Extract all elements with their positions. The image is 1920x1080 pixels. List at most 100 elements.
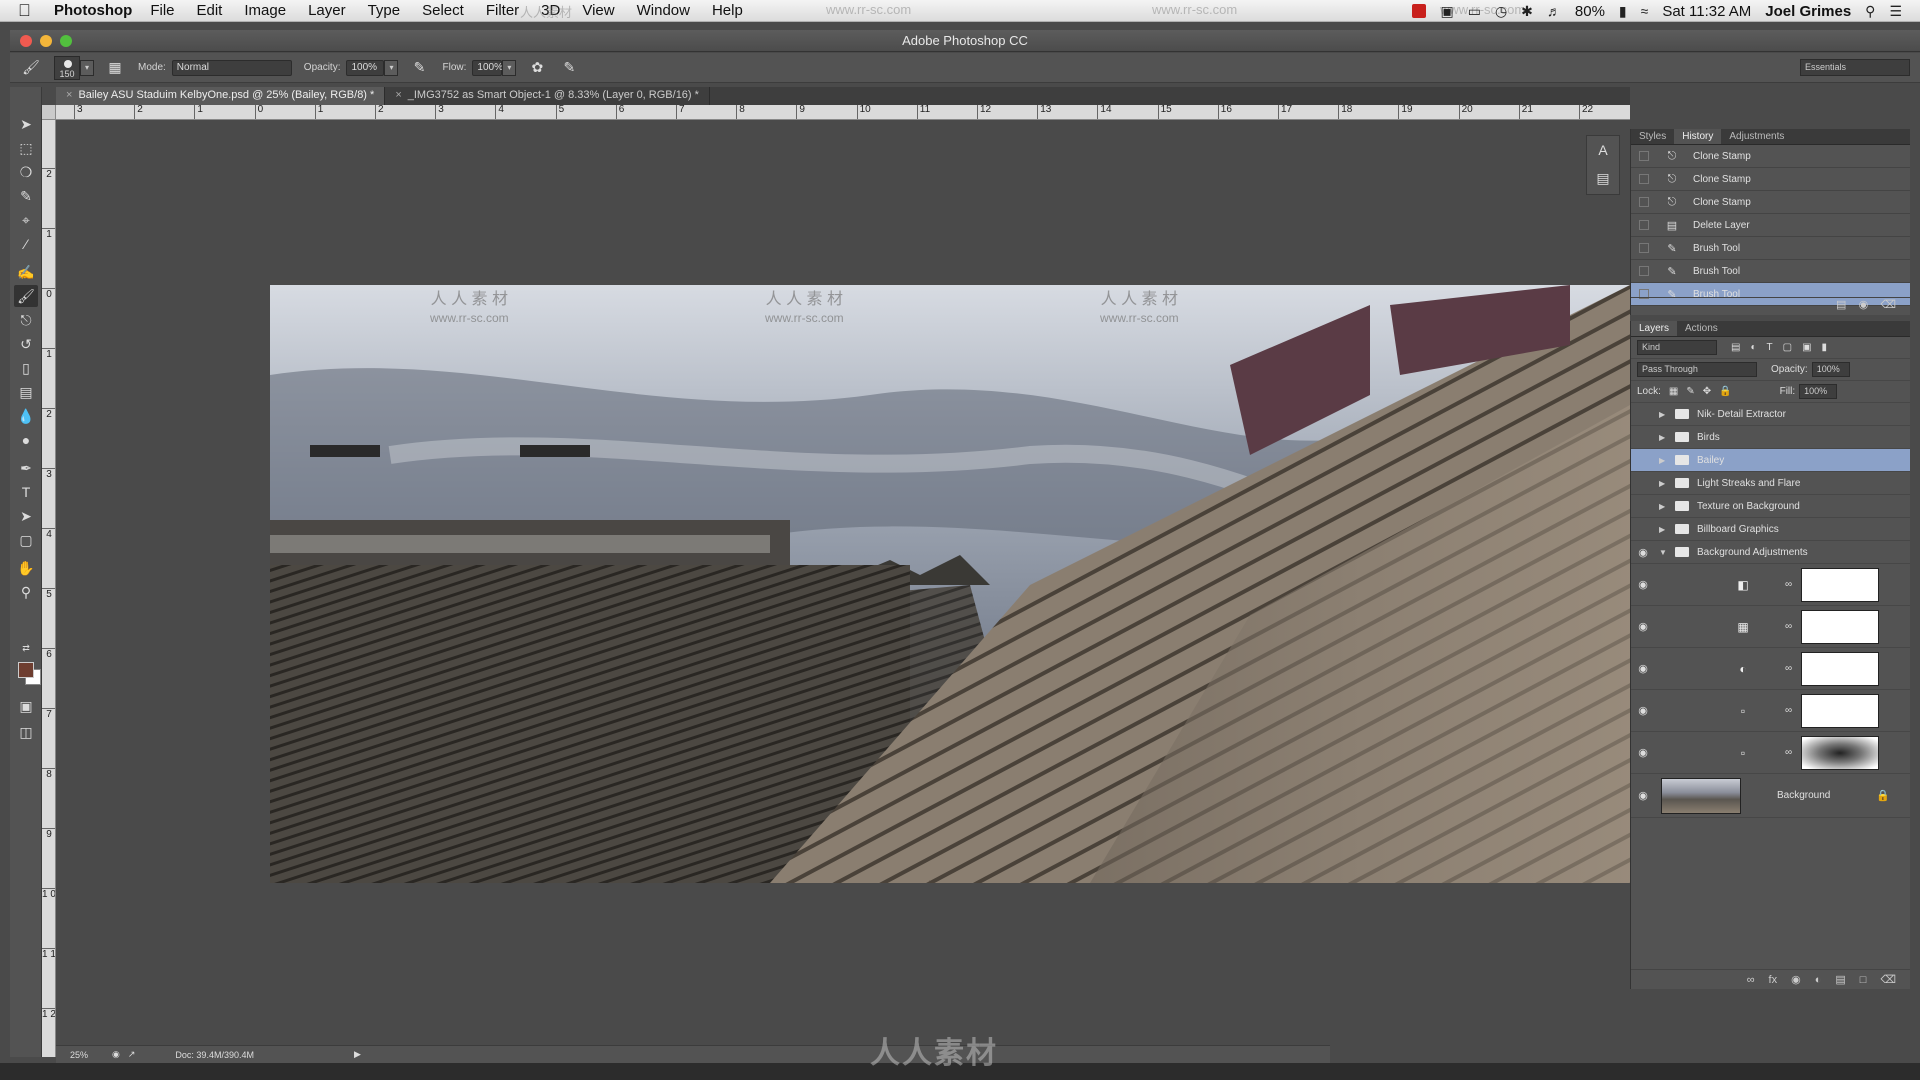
layer-mask-thumbnail[interactable]: [1801, 651, 1879, 686]
mode-select[interactable]: Normal: [171, 59, 292, 76]
clone-stamp-tool-icon[interactable]: ⎋: [14, 309, 38, 331]
tab-styles[interactable]: Styles: [1631, 129, 1674, 144]
adjustment-layer[interactable]: ◉ ▫ ∞: [1631, 690, 1910, 732]
history-brush-tool-icon[interactable]: ↺: [14, 333, 38, 355]
user-name[interactable]: Joel Grimes: [1765, 3, 1851, 20]
tab-history[interactable]: History: [1674, 129, 1722, 144]
filter-smart-object-icon[interactable]: ▣: [1802, 342, 1811, 353]
eye-icon[interactable]: ◉: [1631, 789, 1655, 802]
battery-icon[interactable]: ▮: [1619, 3, 1627, 20]
tab-layers[interactable]: Layers: [1631, 321, 1678, 336]
eye-icon[interactable]: ◉: [1631, 704, 1655, 717]
filter-adjustment-icon[interactable]: ◐: [1750, 342, 1756, 353]
expand-triangle-icon[interactable]: ▶: [1659, 410, 1671, 419]
history-item[interactable]: ▤ Delete Layer: [1631, 214, 1910, 237]
history-source-checkbox[interactable]: [1639, 174, 1649, 184]
close-tab-icon[interactable]: ×: [395, 89, 401, 101]
background-layer[interactable]: ◉ Background 🔒: [1631, 774, 1910, 818]
expand-triangle-icon[interactable]: ▶: [1659, 479, 1671, 488]
move-tool-icon[interactable]: ➤: [14, 113, 38, 135]
filter-type-icon[interactable]: T: [1767, 342, 1773, 353]
airbrush-icon[interactable]: ✿: [526, 57, 548, 79]
expand-triangle-icon[interactable]: ▶: [1659, 502, 1671, 511]
shape-tool-icon[interactable]: ▢: [14, 529, 38, 551]
new-document-from-state-icon[interactable]: ▤: [1836, 299, 1846, 311]
layer-group[interactable]: ◉ ▼ Background Adjustments: [1631, 541, 1910, 564]
fx-icon[interactable]: fx: [1769, 974, 1778, 986]
airplay-icon[interactable]: ▭: [1468, 3, 1481, 20]
layer-group[interactable]: ▶ Bailey: [1631, 449, 1910, 472]
recording-icon[interactable]: [1412, 4, 1427, 18]
brush-panel-toggle-icon[interactable]: ▦: [104, 57, 126, 79]
history-item[interactable]: ⎋ Clone Stamp: [1631, 191, 1910, 214]
foreground-color-swatch[interactable]: [18, 662, 34, 678]
menu-image[interactable]: Image: [244, 2, 286, 19]
gradient-tool-icon[interactable]: ▤: [14, 381, 38, 403]
ruler-origin[interactable]: [42, 105, 56, 120]
lock-position-icon[interactable]: ✥: [1703, 386, 1711, 397]
layer-group[interactable]: ▶ Nik- Detail Extractor: [1631, 403, 1910, 426]
eye-icon[interactable]: ◉: [1631, 662, 1655, 675]
layer-group[interactable]: ▶ Billboard Graphics: [1631, 518, 1910, 541]
spotlight-search-icon[interactable]: ⚲: [1865, 3, 1875, 20]
expand-triangle-icon[interactable]: ▶: [1659, 525, 1671, 534]
wifi-icon[interactable]: ≈: [1641, 3, 1649, 19]
flow-slider-toggle[interactable]: ▾: [502, 59, 517, 76]
brush-picker-dropdown[interactable]: ▾: [80, 59, 94, 76]
volume-icon[interactable]: ♬: [1547, 3, 1561, 19]
lock-all-icon[interactable]: 🔒: [1719, 386, 1731, 397]
workspace-switcher[interactable]: Essentials: [1800, 59, 1910, 76]
new-adjustment-icon[interactable]: ◐: [1815, 974, 1822, 986]
type-tool-icon[interactable]: T: [14, 481, 38, 503]
snapshot-icon[interactable]: ◉: [1859, 299, 1869, 311]
dodge-tool-icon[interactable]: ●: [14, 429, 38, 451]
tab-actions[interactable]: Actions: [1677, 321, 1726, 336]
new-group-icon[interactable]: ▤: [1835, 973, 1845, 986]
paragraph-panel-icon[interactable]: ▤: [1587, 164, 1619, 192]
document-tab[interactable]: × _IMG3752 as Smart Object-1 @ 8.33% (Lay…: [385, 87, 710, 105]
display-icon[interactable]: ▣: [1440, 3, 1453, 20]
layer-group[interactable]: ▶ Texture on Background: [1631, 495, 1910, 518]
status-menu-arrow-icon[interactable]: ▶: [354, 1049, 361, 1060]
history-item[interactable]: ⎋ Clone Stamp: [1631, 168, 1910, 191]
notification-list-icon[interactable]: ☰: [1889, 3, 1902, 20]
history-item[interactable]: ✎ Brush Tool: [1631, 260, 1910, 283]
hand-tool-icon[interactable]: ✋: [14, 557, 38, 579]
brush-tool-icon[interactable]: 🖌: [14, 285, 38, 307]
quick-select-tool-icon[interactable]: ✎: [14, 185, 38, 207]
layer-mask-thumbnail[interactable]: [1801, 567, 1879, 602]
character-panel-icon[interactable]: A: [1587, 136, 1619, 164]
lock-pixels-icon[interactable]: ✎: [1686, 386, 1694, 397]
trash-icon[interactable]: ⌫: [1880, 299, 1896, 311]
document-image[interactable]: 人 人 素 材 www.rr-sc.com 人 人 素 材 www.rr-sc.co…: [270, 285, 1630, 883]
time-machine-icon[interactable]: ◷: [1495, 3, 1507, 20]
zoom-level[interactable]: 25%: [70, 1050, 88, 1060]
healing-brush-tool-icon[interactable]: ✍: [14, 261, 38, 283]
opacity-slider-toggle[interactable]: ▾: [384, 59, 399, 76]
marquee-tool-icon[interactable]: ⬚: [14, 137, 38, 159]
history-source-checkbox[interactable]: [1639, 197, 1649, 207]
blend-mode-select[interactable]: Pass Through: [1637, 362, 1757, 377]
adjustment-layer[interactable]: ◉ ▦ ∞: [1631, 606, 1910, 648]
blur-tool-icon[interactable]: 💧: [14, 405, 38, 427]
layer-fill-field[interactable]: 100%: [1799, 384, 1838, 399]
adjustment-layer[interactable]: ◉ ◧ ∞: [1631, 564, 1910, 606]
menu-view[interactable]: View: [582, 2, 614, 19]
opacity-field[interactable]: 100%: [346, 59, 385, 76]
mask-link-icon[interactable]: ∞: [1785, 705, 1792, 716]
collapse-triangle-icon[interactable]: ▼: [1659, 548, 1671, 557]
menu-select[interactable]: Select: [422, 2, 464, 19]
layer-mask-thumbnail[interactable]: [1801, 693, 1879, 728]
horizontal-ruler[interactable]: 3210123456789101112131415161718192021222…: [56, 105, 1630, 120]
menu-edit[interactable]: Edit: [197, 2, 223, 19]
eye-icon[interactable]: ◉: [1631, 620, 1655, 633]
layer-group[interactable]: ▶ Light Streaks and Flare: [1631, 472, 1910, 495]
apple-menu-icon[interactable]: : [18, 1, 38, 21]
mask-link-icon[interactable]: ∞: [1785, 621, 1792, 632]
layer-opacity-field[interactable]: 100%: [1811, 362, 1850, 377]
close-tab-icon[interactable]: ×: [66, 89, 72, 101]
filter-shape-icon[interactable]: ▢: [1783, 342, 1792, 353]
status-share-icon[interactable]: ↗: [128, 1049, 136, 1060]
history-source-checkbox[interactable]: [1639, 266, 1649, 276]
mask-link-icon[interactable]: ∞: [1785, 663, 1792, 674]
